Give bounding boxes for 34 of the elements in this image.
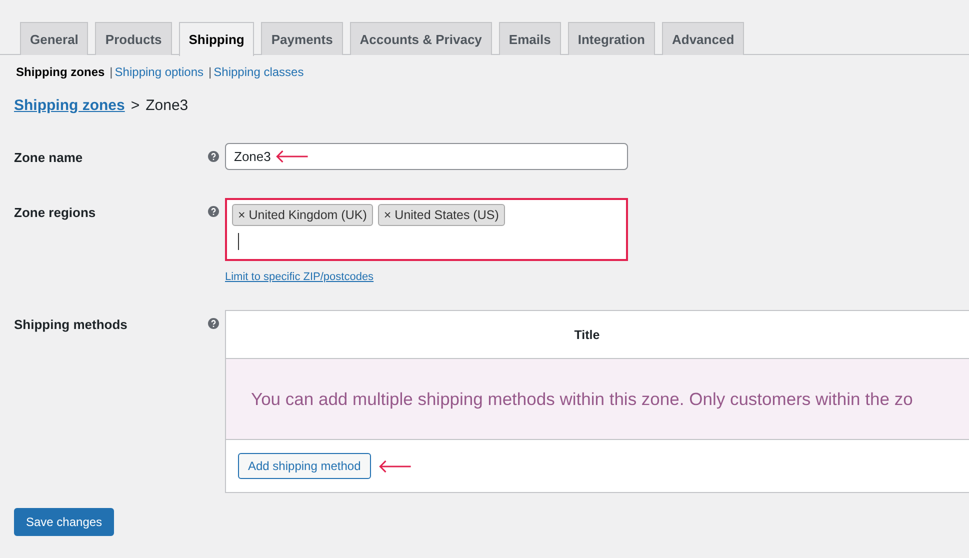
zone-name-field[interactable]: Zone3: [225, 143, 628, 170]
separator-text: |: [110, 65, 113, 79]
empty-message: You can add multiple shipping methods within this zone. Only customers within the zo: [251, 388, 913, 410]
settings-tab[interactable]: Integration: [568, 22, 655, 55]
separator-text: |: [208, 65, 212, 79]
subnav-link[interactable]: Shipping options: [114, 65, 204, 79]
settings-tab[interactable]: Products: [95, 22, 172, 55]
help-icon[interactable]: [208, 151, 219, 162]
settings-tab[interactable]: General: [20, 22, 88, 55]
arrow-icon: [378, 460, 412, 472]
subnav-link[interactable]: Shipping zones: [16, 65, 105, 79]
save-changes-button[interactable]: Save changes: [14, 508, 114, 536]
column-header: Title: [574, 328, 600, 342]
help-icon[interactable]: [208, 206, 219, 217]
settings-tab[interactable]: Shipping: [178, 22, 254, 56]
settings-tab[interactable]: Advanced: [662, 22, 744, 55]
settings-tab[interactable]: Accounts & Privacy: [350, 22, 492, 55]
limit-postcodes-link[interactable]: Limit to specific ZIP/postcodes: [225, 271, 628, 283]
settings-tab[interactable]: Payments: [261, 22, 343, 55]
region-tag[interactable]: × United States (US): [378, 204, 505, 226]
help-icon[interactable]: [208, 318, 219, 329]
breadcrumb-link[interactable]: Shipping zones: [14, 97, 125, 114]
field-label: Zone name: [14, 149, 84, 165]
breadcrumb-separator: >: [130, 97, 140, 114]
field-label: Shipping methods: [14, 316, 128, 332]
breadcrumb-current: Zone3: [146, 97, 188, 114]
text-cursor: [238, 233, 239, 250]
subnav-link[interactable]: Shipping classes: [214, 65, 304, 79]
zone-regions-field[interactable]: × United Kingdom (UK) × United States (US): [225, 198, 628, 261]
settings-tab[interactable]: Emails: [498, 22, 561, 55]
region-tag[interactable]: × United Kingdom (UK): [232, 204, 373, 226]
field-label: Zone regions: [14, 204, 97, 220]
arrow-icon: [275, 150, 309, 163]
add-shipping-method-button[interactable]: Add shipping method: [238, 453, 371, 479]
